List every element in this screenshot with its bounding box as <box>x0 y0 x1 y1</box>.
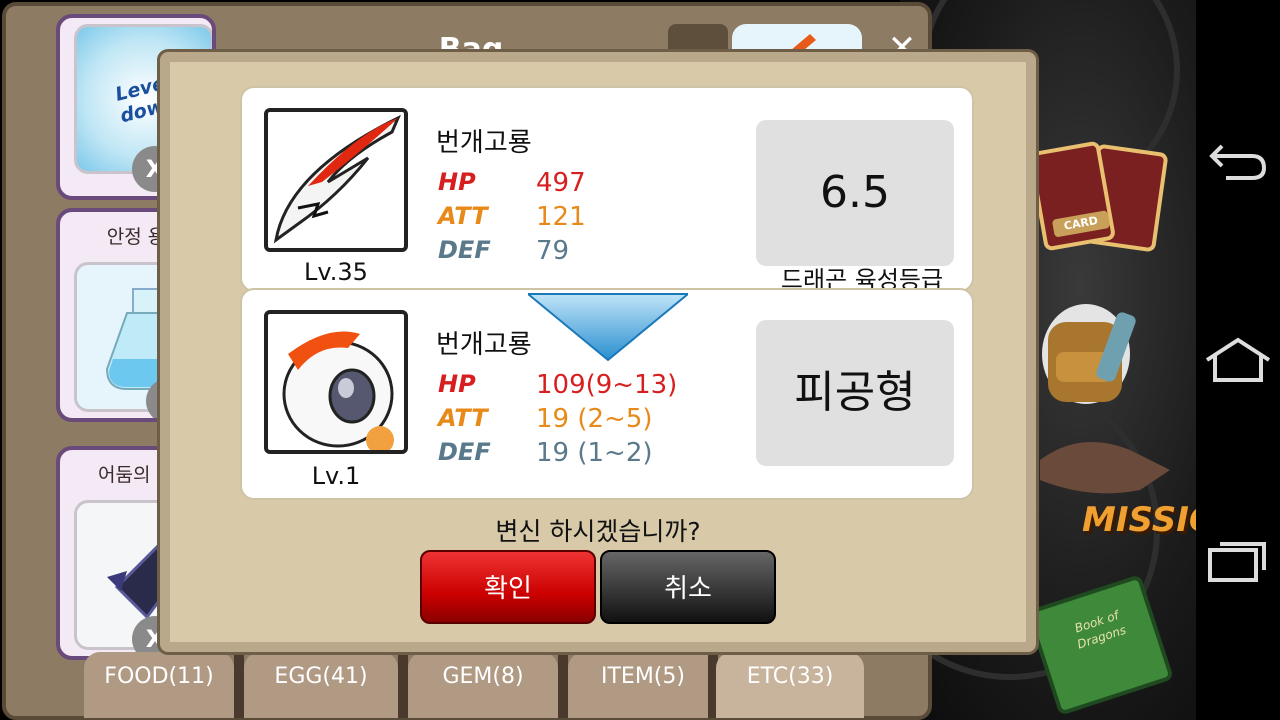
dragon-type-box: 피공형 <box>756 320 954 466</box>
thunder-dragon-portrait <box>273 114 401 244</box>
tab-egg[interactable]: EGG(41) <box>244 652 398 718</box>
down-arrow-icon <box>528 293 688 362</box>
current-def: 79 <box>536 236 570 266</box>
att-label: ATT <box>438 202 488 230</box>
baby-dragon-portrait <box>282 331 394 450</box>
tab-divider <box>398 652 408 718</box>
transform-dialog: Lv.35 번개고룡 HP 497 ATT 121 DEF 79 6.5 드래곤… <box>160 52 1036 652</box>
book-label: Book of Dragons <box>1073 608 1128 652</box>
cancel-button[interactable]: 취소 <box>600 550 776 624</box>
card-label: CARD <box>1051 210 1111 238</box>
nav-back-button[interactable] <box>1196 118 1280 202</box>
nav-recent-button[interactable] <box>1196 518 1280 602</box>
bag-tabs: FOOD(11) EGG(41) GEM(8) ITEM(5) ETC(33) <box>84 652 874 720</box>
tab-food[interactable]: FOOD(11) <box>84 652 234 718</box>
current-att: 121 <box>536 202 586 232</box>
current-level: Lv.35 <box>304 258 368 286</box>
game-screen: CARD MISSION Book of Dragons Bag ✕ Level… <box>0 0 1280 720</box>
tab-divider <box>234 652 244 718</box>
nav-home-button[interactable] <box>1196 318 1280 402</box>
dragon-portrait <box>264 108 408 252</box>
android-nav-bar <box>1196 0 1280 720</box>
result-def: 19 (1~2) <box>536 438 653 468</box>
grade-value-box: 6.5 <box>756 120 954 266</box>
recent-apps-icon <box>1208 542 1266 582</box>
result-hp: 109(9~13) <box>536 370 678 400</box>
result-dragon-name: 번개고룡 <box>436 330 532 360</box>
current-dragon-panel: Lv.35 번개고룡 HP 497 ATT 121 DEF 79 6.5 드래곤… <box>240 86 974 292</box>
mission-banner-icon <box>1040 442 1170 494</box>
home-icon <box>1205 337 1271 382</box>
def-label: DEF <box>438 438 491 466</box>
transform-question: 변신 하시겠습니까? <box>495 517 701 546</box>
current-hp: 497 <box>536 168 586 198</box>
current-dragon-name: 번개고룡 <box>436 128 532 158</box>
tab-item[interactable]: ITEM(5) <box>568 652 718 718</box>
result-att: 19 (2~5) <box>536 404 653 434</box>
tab-divider <box>558 652 568 718</box>
dragon-portrait <box>264 310 408 454</box>
hp-label: HP <box>438 168 476 196</box>
hp-label: HP <box>438 370 476 398</box>
att-label: ATT <box>438 404 488 432</box>
backpack-icon[interactable] <box>1026 292 1146 412</box>
tab-etc[interactable]: ETC(33) <box>716 652 864 718</box>
back-icon <box>1209 144 1267 180</box>
def-label: DEF <box>438 236 491 264</box>
confirm-button[interactable]: 확인 <box>420 550 596 624</box>
result-level: Lv.1 <box>311 462 361 490</box>
tab-gem[interactable]: GEM(8) <box>408 652 558 718</box>
